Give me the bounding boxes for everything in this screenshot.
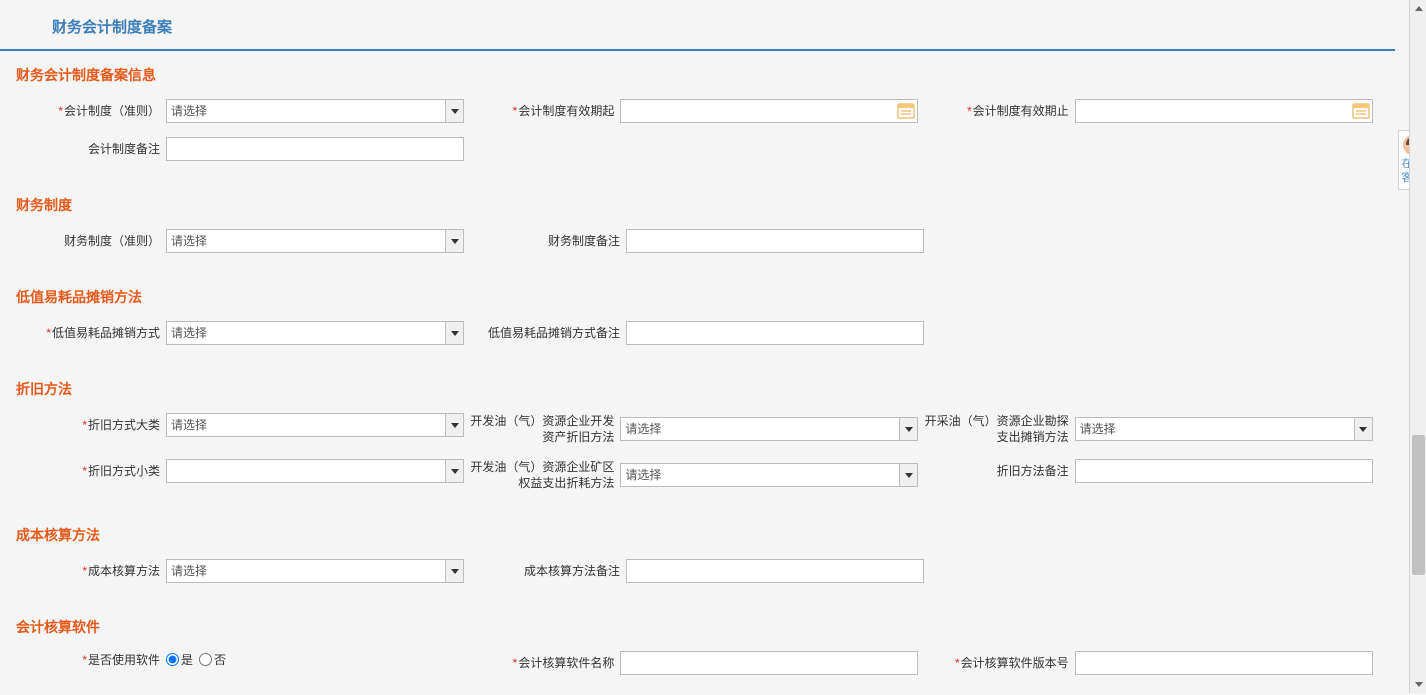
label-cost-method: *成本核算方法: [16, 563, 166, 579]
label-valid-to: *会计制度有效期止: [925, 103, 1075, 119]
scrollbar-vertical[interactable]: [1409, 0, 1426, 693]
input-valid-from[interactable]: [620, 99, 918, 123]
form-group-mining: 开发油（气）资源企业矿区 权益支出折耗方法 请选择: [470, 459, 924, 491]
select-financial-system[interactable]: 请选择: [166, 229, 464, 253]
label-valid-from: *会计制度有效期起: [470, 103, 620, 119]
date-valid-from-wrap: [620, 99, 918, 123]
form-row: *成本核算方法 请选择 成本核算方法备注: [16, 559, 1379, 583]
label-dep-remark: 折旧方法备注: [925, 463, 1075, 479]
section-software: 会计核算软件 *是否使用软件 是 否 *会计核算软件名称 *会计核算软件版本号: [0, 603, 1395, 695]
select-explore[interactable]: 请选择: [1075, 417, 1373, 441]
form-group-low-value-method: *低值易耗品摊销方式 请选择: [16, 321, 476, 345]
section-depreciation: 折旧方法 *折旧方式大类 请选择 开发油（气）资源企业开发 资产折旧方法 请选择: [0, 365, 1395, 511]
form-row: *低值易耗品摊销方式 请选择 低值易耗品摊销方式备注: [16, 321, 1379, 345]
section-cost: 成本核算方法 *成本核算方法 请选择 成本核算方法备注: [0, 511, 1395, 603]
label-low-value-remark: 低值易耗品摊销方式备注: [476, 325, 626, 341]
section-title-software: 会计核算软件: [16, 617, 1379, 637]
label-dep-minor: *折旧方式小类: [16, 463, 166, 479]
select-dep-major-wrap: 请选择: [166, 413, 464, 437]
form-row: *折旧方式大类 请选择 开发油（气）资源企业开发 资产折旧方法 请选择 开: [16, 413, 1379, 445]
form-group-dep-minor: *折旧方式小类: [16, 459, 470, 483]
input-software-version[interactable]: [1075, 651, 1373, 675]
select-dep-minor[interactable]: [166, 459, 464, 483]
scroll-up-icon[interactable]: [1410, 0, 1426, 17]
form-group-valid-to: *会计制度有效期止: [925, 99, 1379, 123]
section-title-cost: 成本核算方法: [16, 525, 1379, 545]
select-explore-wrap: 请选择: [1075, 417, 1373, 441]
select-dev-asset[interactable]: 请选择: [620, 417, 918, 441]
form-group-accounting-system: *会计制度（准则） 请选择: [16, 99, 470, 123]
select-cost-wrap: 请选择: [166, 559, 464, 583]
form-row: 会计制度备注: [16, 137, 1379, 161]
label-financial-remark: 财务制度备注: [476, 233, 626, 249]
form-group-dep-remark: 折旧方法备注: [925, 459, 1379, 483]
page-title: 财务会计制度备案: [52, 19, 172, 36]
radio-no[interactable]: [199, 653, 212, 666]
label-use-software: *是否使用软件: [16, 652, 166, 668]
input-financial-remark[interactable]: [626, 229, 924, 253]
label-accounting-system: *会计制度（准则）: [16, 103, 166, 119]
form-group-explore: 开采油（气）资源企业勘探 支出摊销方法 请选择: [925, 413, 1379, 445]
date-valid-to-wrap: [1075, 99, 1373, 123]
select-dev-asset-wrap: 请选择: [620, 417, 918, 441]
label-mining: 开发油（气）资源企业矿区 权益支出折耗方法: [470, 459, 620, 491]
form-group-cost-remark: 成本核算方法备注: [476, 559, 936, 583]
form-group-filing-remark: 会计制度备注: [16, 137, 476, 161]
select-low-value-method[interactable]: 请选择: [166, 321, 464, 345]
select-low-value-wrap: 请选择: [166, 321, 464, 345]
section-financial-system: 财务制度 财务制度（准则） 请选择 财务制度备注: [0, 181, 1395, 273]
input-cost-remark[interactable]: [626, 559, 924, 583]
form-group-software-version: *会计核算软件版本号: [925, 651, 1379, 675]
input-valid-to[interactable]: [1075, 99, 1373, 123]
label-dep-major: *折旧方式大类: [16, 417, 166, 433]
form-row: *会计制度（准则） 请选择 *会计制度有效期起 *会计制度有效期止: [16, 99, 1379, 123]
label-filing-remark: 会计制度备注: [16, 141, 166, 157]
form-group-financial-remark: 财务制度备注: [476, 229, 936, 253]
label-low-value-method: *低值易耗品摊销方式: [16, 325, 166, 341]
form-row: 财务制度（准则） 请选择 财务制度备注: [16, 229, 1379, 253]
input-software-name[interactable]: [620, 651, 918, 675]
section-title-filing-info: 财务会计制度备案信息: [16, 65, 1379, 85]
section-title-low-value: 低值易耗品摊销方法: [16, 287, 1379, 307]
select-mining[interactable]: 请选择: [620, 463, 918, 487]
select-accounting-system[interactable]: 请选择: [166, 99, 464, 123]
radio-group-use-software: 是 否: [166, 651, 226, 668]
label-software-version: *会计核算软件版本号: [925, 655, 1075, 671]
form-row: *折旧方式小类 开发油（气）资源企业矿区 权益支出折耗方法 请选择 折旧方法备注: [16, 459, 1379, 491]
label-financial-system: 财务制度（准则）: [16, 233, 166, 249]
select-dep-major[interactable]: 请选择: [166, 413, 464, 437]
select-dep-minor-wrap: [166, 459, 464, 483]
form-group-financial-system: 财务制度（准则） 请选择: [16, 229, 476, 253]
scroll-thumb[interactable]: [1412, 435, 1425, 575]
select-cost-method[interactable]: 请选择: [166, 559, 464, 583]
select-financial-system-wrap: 请选择: [166, 229, 464, 253]
form-group-dep-major: *折旧方式大类 请选择: [16, 413, 470, 437]
section-title-depreciation: 折旧方法: [16, 379, 1379, 399]
radio-yes[interactable]: [166, 653, 179, 666]
section-title-financial-system: 财务制度: [16, 195, 1379, 215]
page-title-bar: 财务会计制度备案: [0, 0, 1395, 51]
form-group-software-name: *会计核算软件名称: [470, 651, 924, 675]
label-dev-asset: 开发油（气）资源企业开发 资产折旧方法: [470, 413, 620, 445]
radio-no-label[interactable]: 否: [199, 651, 226, 668]
form-group-cost-method: *成本核算方法 请选择: [16, 559, 476, 583]
form-group-low-value-remark: 低值易耗品摊销方式备注: [476, 321, 936, 345]
scroll-down-icon[interactable]: [1410, 676, 1426, 693]
input-dep-remark[interactable]: [1075, 459, 1373, 483]
page-container: 财务会计制度备案 财务会计制度备案信息 *会计制度（准则） 请选择 *会计制度有…: [0, 0, 1395, 695]
select-accounting-system-wrap: 请选择: [166, 99, 464, 123]
form-row: *是否使用软件 是 否 *会计核算软件名称 *会计核算软件版本号: [16, 651, 1379, 675]
form-group-dev-asset: 开发油（气）资源企业开发 资产折旧方法 请选择: [470, 413, 924, 445]
section-filing-info: 财务会计制度备案信息 *会计制度（准则） 请选择 *会计制度有效期起: [0, 51, 1395, 181]
form-group-valid-from: *会计制度有效期起: [470, 99, 924, 123]
label-explore: 开采油（气）资源企业勘探 支出摊销方法: [925, 413, 1075, 445]
input-low-value-remark[interactable]: [626, 321, 924, 345]
radio-yes-label[interactable]: 是: [166, 651, 193, 668]
label-cost-remark: 成本核算方法备注: [476, 563, 626, 579]
section-low-value: 低值易耗品摊销方法 *低值易耗品摊销方式 请选择 低值易耗品摊销方式备注: [0, 273, 1395, 365]
form-group-use-software: *是否使用软件 是 否: [16, 651, 470, 668]
input-filing-remark[interactable]: [166, 137, 464, 161]
label-software-name: *会计核算软件名称: [470, 655, 620, 671]
select-mining-wrap: 请选择: [620, 463, 918, 487]
